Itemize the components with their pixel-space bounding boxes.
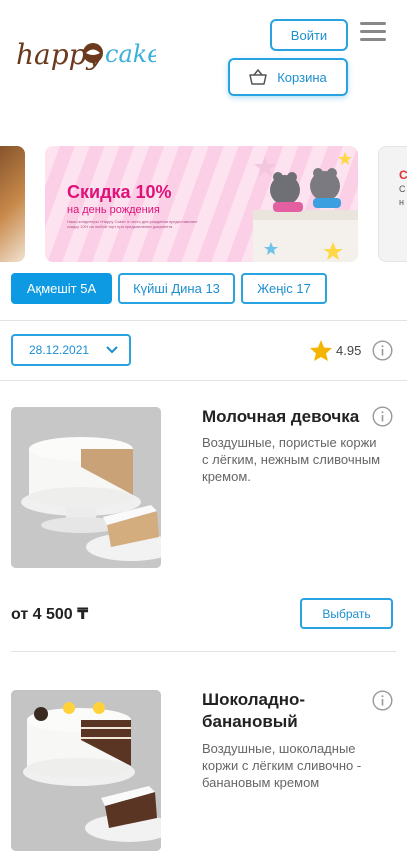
tab-label: Жеңіс 17	[257, 281, 311, 296]
promo-title: Скидка 10%	[67, 182, 172, 202]
select-button[interactable]: Выбрать	[300, 598, 393, 629]
cart-button[interactable]: Корзина	[228, 58, 348, 96]
birthday-cake-image	[253, 152, 358, 262]
tab-location-3[interactable]: Жеңіс 17	[241, 273, 327, 304]
promo-carousel[interactable]: Скидка 10% на день рождения Наши кондите…	[0, 144, 407, 262]
divider	[0, 380, 407, 381]
hamburger-menu-icon[interactable]	[360, 22, 386, 44]
product-description: Воздушные, пористые коржи с лёгким, нежн…	[202, 435, 381, 484]
promo-subtitle: на день рождения	[67, 204, 160, 216]
product-price: от 4 500 ₸	[11, 606, 89, 623]
tab-label: Ақмешіт 5А	[26, 281, 97, 296]
rating-value: 4.95	[336, 343, 362, 358]
date-value: 28.12.2021	[29, 343, 90, 357]
chevron-down-icon	[106, 346, 118, 354]
cake-photo	[11, 407, 161, 568]
tab-location-1[interactable]: Ақмешіт 5А	[11, 273, 112, 304]
info-icon[interactable]	[372, 340, 393, 361]
info-icon[interactable]	[372, 690, 393, 711]
tab-label: Күйші Дина 13	[133, 281, 220, 296]
divider	[11, 651, 396, 652]
product-name[interactable]: Молочная девочка	[202, 406, 367, 428]
carousel-slide-next[interactable]: ССн	[378, 146, 407, 262]
divider	[0, 320, 407, 321]
logo-graphic: happy cake	[16, 38, 162, 71]
location-tabs: Ақмешіт 5А Күйші Дина 13 Жеңіс 17	[11, 273, 327, 304]
basket-icon	[249, 69, 267, 85]
date-select[interactable]: 28.12.2021	[11, 334, 131, 366]
info-icon[interactable]	[372, 406, 393, 427]
next-slide-preview: ССн	[399, 168, 407, 208]
star-icon	[310, 340, 332, 361]
login-button[interactable]: Войти	[270, 19, 348, 51]
product-image[interactable]	[11, 407, 161, 568]
cart-label: Корзина	[277, 69, 327, 85]
product-image[interactable]	[11, 690, 161, 851]
tab-location-2[interactable]: Күйші Дина 13	[118, 273, 235, 304]
cake-photo	[11, 690, 161, 851]
carousel-slide-birthday-discount[interactable]: Скидка 10% на день рождения Наши кондите…	[45, 146, 358, 262]
store-rating: 4.95	[309, 339, 361, 362]
happy-cake-logo[interactable]: happy cake	[16, 26, 162, 86]
select-label: Выбрать	[322, 606, 371, 621]
login-label: Войти	[290, 27, 328, 43]
product-description: Воздушные, шоколадные коржи с лёгким сли…	[202, 741, 362, 790]
promo-fine-print: Наши кондитеры «Happy Cake» в честь дня …	[67, 219, 198, 229]
logo-text-right: cake	[105, 40, 156, 68]
carousel-slide-previous[interactable]	[0, 146, 25, 262]
header: happy cake Войти Корзина	[0, 0, 407, 130]
product-name[interactable]: Шоколадно-банановый	[202, 689, 367, 733]
